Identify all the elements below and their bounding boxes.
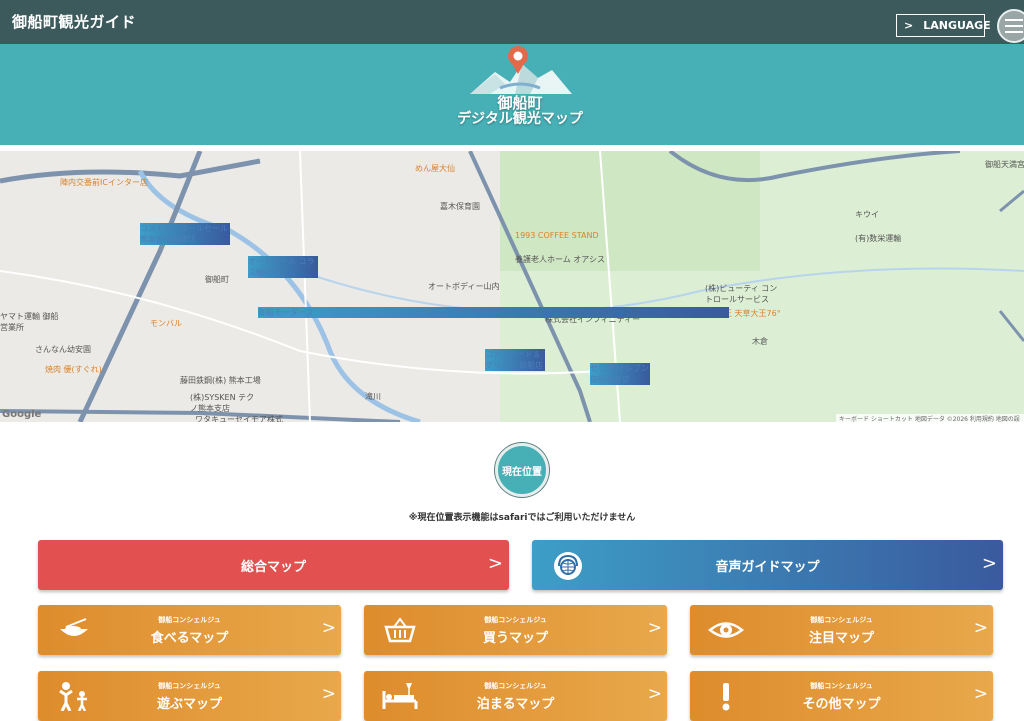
- map-label[interactable]: 1993 COFFEE STAND: [515, 231, 599, 240]
- map-label[interactable]: ワタキューセイモア株式: [195, 414, 283, 422]
- card-label: 食べるマップ: [150, 631, 229, 646]
- map-label[interactable]: 御船モータース: [258, 307, 729, 318]
- card-label: 買うマップ: [482, 631, 548, 646]
- map-label[interactable]: めん屋大仙: [415, 163, 455, 174]
- card-label: 注目マップ: [808, 631, 874, 646]
- map-label[interactable]: 藤田鉄鋼(株) 熊本工場: [180, 375, 261, 386]
- card-subtitle: 御船コンシェルジュ: [484, 616, 547, 624]
- map-label[interactable]: キウイ: [855, 209, 879, 220]
- current-location-button[interactable]: 現在位置: [495, 443, 549, 497]
- menu-line: [1005, 25, 1023, 27]
- map-roads: [0, 151, 1024, 422]
- language-button[interactable]: > LANGUAGE: [896, 14, 991, 37]
- general-map-button[interactable]: 総合マップ >: [38, 540, 509, 590]
- chevron-right-icon: >: [321, 618, 336, 638]
- eat-map-button[interactable]: 御船コンシェルジュ 食べるマップ >: [38, 605, 341, 655]
- site-title[interactable]: 御船町観光ガイド: [12, 11, 136, 32]
- chevron-right-icon: >: [647, 684, 662, 704]
- menu-line: [1005, 31, 1023, 33]
- map-label[interactable]: オートモール コラス御船店: [248, 256, 318, 278]
- card-subtitle: 御船コンシェルジュ: [484, 682, 547, 690]
- card-label: 遊ぶマップ: [156, 697, 222, 712]
- play-map-button[interactable]: 御船コンシェルジュ 遊ぶマップ >: [38, 671, 341, 721]
- map-logo[interactable]: 御船町 デジタル観光マップ: [457, 44, 583, 145]
- map-label[interactable]: 嘉木保育園: [440, 201, 480, 212]
- map-label: 木倉: [752, 337, 768, 346]
- map-label[interactable]: 陣内交番前ICインター店: [60, 177, 148, 188]
- language-label: LANGUAGE: [923, 19, 991, 32]
- map-view[interactable]: めん屋大仙 陣内交番前ICインター店 1993 COFFEE STAND 嘉木保…: [0, 151, 1024, 422]
- top-bar: 御船町観光ガイド > LANGUAGE: [0, 0, 1024, 44]
- google-logo[interactable]: Google: [2, 409, 41, 420]
- attention-map-button[interactable]: 御船コンシェルジュ 注目マップ >: [690, 605, 993, 655]
- chevron-right-icon: >: [973, 618, 988, 638]
- map-label[interactable]: オートボディー山内: [428, 281, 499, 292]
- map-label[interactable]: セブン-イレブン 御船木倉店: [590, 363, 650, 385]
- chevron-right-icon: >: [904, 19, 914, 32]
- map-attribution[interactable]: キーボード ショートカット 地図データ ©2026 利用規約 地図の誤りを報告す…: [836, 414, 1024, 422]
- headset-globe-icon: [554, 552, 582, 580]
- card-subtitle: 御船コンシェルジュ: [158, 682, 221, 690]
- map-label[interactable]: 焼肉 優(すぐれ): [45, 364, 102, 375]
- stay-map-button[interactable]: 御船コンシェルジュ 泊まるマップ >: [364, 671, 667, 721]
- chevron-right-icon: >: [981, 553, 997, 574]
- map-label: 滝川: [365, 392, 381, 401]
- map-label[interactable]: (株)SYSKEN テクノ熊本支店: [190, 392, 260, 414]
- chevron-right-icon: >: [321, 684, 336, 704]
- card-label: その他マップ: [802, 697, 881, 712]
- button-label: 音声ガイドマップ: [715, 559, 820, 575]
- card-subtitle: 御船コンシェルジュ: [810, 682, 873, 690]
- hamburger-menu-button[interactable]: [997, 9, 1024, 43]
- menu-line: [1005, 19, 1023, 21]
- audio-guide-map-button[interactable]: 音声ガイドマップ >: [532, 540, 1003, 590]
- safari-notice: ※現在位置表示機能はsafariではご利用いただけません: [408, 513, 636, 523]
- map-label[interactable]: モンバル: [150, 318, 182, 329]
- map-label[interactable]: 御船町: [205, 274, 229, 285]
- map-label[interactable]: コメリハード＆グリーン 御船店: [485, 349, 545, 371]
- chevron-right-icon: >: [487, 553, 503, 574]
- card-label: 泊まるマップ: [476, 697, 555, 712]
- map-label[interactable]: コスモカーホールセール 熊本御船倉庫店: [140, 223, 230, 245]
- card-subtitle: 御船コンシェルジュ: [810, 616, 873, 624]
- card-subtitle: 御船コンシェルジュ: [158, 616, 221, 624]
- button-label: 総合マップ: [240, 559, 306, 575]
- map-label[interactable]: 御船天満宮: [985, 159, 1024, 170]
- map-label[interactable]: さんなん幼安園: [35, 344, 91, 355]
- map-label[interactable]: (有)数栄運輸: [855, 233, 901, 244]
- map-label[interactable]: ヤマト運輸 御船営業所: [0, 311, 60, 333]
- buy-map-button[interactable]: 御船コンシェルジュ 買うマップ >: [364, 605, 667, 655]
- map-label[interactable]: 養護老人ホーム オアシス: [515, 254, 605, 265]
- chevron-right-icon: >: [973, 684, 988, 704]
- map-label[interactable]: (株)ビューティ コントロールサービス: [705, 283, 785, 305]
- chevron-right-icon: >: [647, 618, 662, 638]
- other-map-button[interactable]: 御船コンシェルジュ その他マップ >: [690, 671, 993, 721]
- logo-subtitle: デジタル観光マップ: [457, 111, 583, 127]
- hero-banner: 御船町 デジタル観光マップ: [0, 44, 1024, 145]
